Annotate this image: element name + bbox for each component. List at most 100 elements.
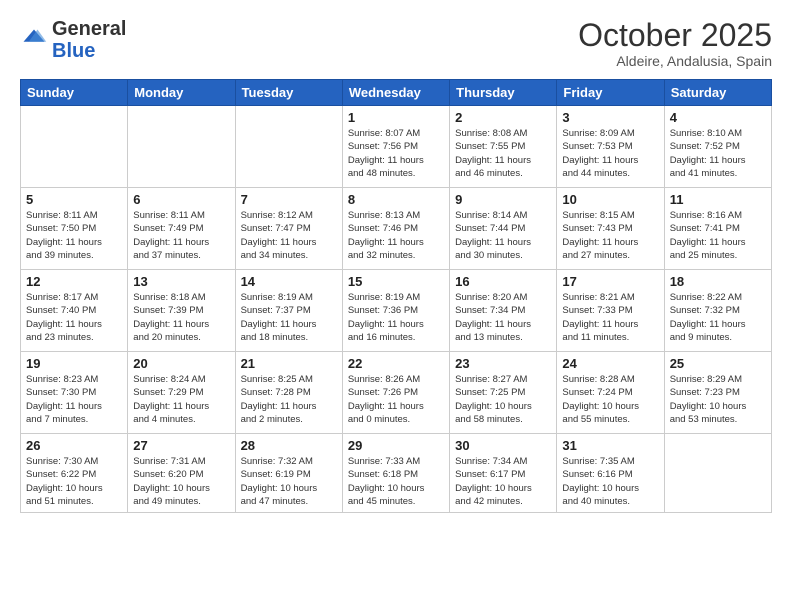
day-info: Sunrise: 8:27 AM Sunset: 7:25 PM Dayligh… bbox=[455, 373, 551, 426]
weekday-header-monday: Monday bbox=[128, 80, 235, 106]
day-info: Sunrise: 8:11 AM Sunset: 7:49 PM Dayligh… bbox=[133, 209, 229, 262]
day-cell: 15 Sunrise: 8:19 AM Sunset: 7:36 PM Dayli… bbox=[342, 270, 449, 352]
day-info: Sunrise: 7:31 AM Sunset: 6:20 PM Dayligh… bbox=[133, 455, 229, 508]
weekday-header-row: SundayMondayTuesdayWednesdayThursdayFrid… bbox=[21, 80, 772, 106]
day-cell: 2 Sunrise: 8:08 AM Sunset: 7:55 PM Daylig… bbox=[450, 106, 557, 188]
day-info: Sunrise: 8:15 AM Sunset: 7:43 PM Dayligh… bbox=[562, 209, 658, 262]
day-cell: 1 Sunrise: 8:07 AM Sunset: 7:56 PM Daylig… bbox=[342, 106, 449, 188]
day-info: Sunrise: 7:33 AM Sunset: 6:18 PM Dayligh… bbox=[348, 455, 444, 508]
day-number: 26 bbox=[26, 438, 122, 453]
day-cell bbox=[664, 434, 771, 513]
day-number: 15 bbox=[348, 274, 444, 289]
day-number: 8 bbox=[348, 192, 444, 207]
day-info: Sunrise: 8:20 AM Sunset: 7:34 PM Dayligh… bbox=[455, 291, 551, 344]
day-cell: 22 Sunrise: 8:26 AM Sunset: 7:26 PM Dayli… bbox=[342, 352, 449, 434]
day-info: Sunrise: 8:19 AM Sunset: 7:36 PM Dayligh… bbox=[348, 291, 444, 344]
day-cell: 12 Sunrise: 8:17 AM Sunset: 7:40 PM Dayli… bbox=[21, 270, 128, 352]
day-info: Sunrise: 8:19 AM Sunset: 7:37 PM Dayligh… bbox=[241, 291, 337, 344]
day-info: Sunrise: 8:07 AM Sunset: 7:56 PM Dayligh… bbox=[348, 127, 444, 180]
day-info: Sunrise: 8:22 AM Sunset: 7:32 PM Dayligh… bbox=[670, 291, 766, 344]
day-number: 27 bbox=[133, 438, 229, 453]
day-number: 3 bbox=[562, 110, 658, 125]
month-title: October 2025 bbox=[578, 18, 772, 53]
day-number: 2 bbox=[455, 110, 551, 125]
day-number: 22 bbox=[348, 356, 444, 371]
week-row-5: 26 Sunrise: 7:30 AM Sunset: 6:22 PM Dayli… bbox=[21, 434, 772, 513]
day-info: Sunrise: 7:30 AM Sunset: 6:22 PM Dayligh… bbox=[26, 455, 122, 508]
day-cell: 26 Sunrise: 7:30 AM Sunset: 6:22 PM Dayli… bbox=[21, 434, 128, 513]
day-cell: 7Sunrise: 8:12 AM Sunset: 7:47 PM Daylig… bbox=[235, 188, 342, 270]
day-number: 6 bbox=[133, 192, 229, 207]
day-info: Sunrise: 8:18 AM Sunset: 7:39 PM Dayligh… bbox=[133, 291, 229, 344]
day-number: 23 bbox=[455, 356, 551, 371]
day-number: 28 bbox=[241, 438, 337, 453]
logo: General Blue bbox=[20, 18, 126, 62]
day-info: Sunrise: 8:16 AM Sunset: 7:41 PM Dayligh… bbox=[670, 209, 766, 262]
day-info: Sunrise: 7:35 AM Sunset: 6:16 PM Dayligh… bbox=[562, 455, 658, 508]
day-cell: 13 Sunrise: 8:18 AM Sunset: 7:39 PM Dayli… bbox=[128, 270, 235, 352]
day-info: Sunrise: 8:23 AM Sunset: 7:30 PM Dayligh… bbox=[26, 373, 122, 426]
week-row-2: 5 Sunrise: 8:11 AM Sunset: 7:50 PM Daylig… bbox=[21, 188, 772, 270]
logo-icon bbox=[20, 26, 48, 54]
day-info: Sunrise: 8:14 AM Sunset: 7:44 PM Dayligh… bbox=[455, 209, 551, 262]
day-cell: 30 Sunrise: 7:34 AM Sunset: 6:17 PM Dayli… bbox=[450, 434, 557, 513]
day-cell: 6 Sunrise: 8:11 AM Sunset: 7:49 PM Daylig… bbox=[128, 188, 235, 270]
day-info: Sunrise: 8:28 AM Sunset: 7:24 PM Dayligh… bbox=[562, 373, 658, 426]
weekday-header-wednesday: Wednesday bbox=[342, 80, 449, 106]
day-info: Sunrise: 8:12 AM Sunset: 7:47 PM Dayligh… bbox=[241, 209, 337, 262]
day-cell: 5 Sunrise: 8:11 AM Sunset: 7:50 PM Daylig… bbox=[21, 188, 128, 270]
day-info: Sunrise: 8:08 AM Sunset: 7:55 PM Dayligh… bbox=[455, 127, 551, 180]
day-number: 21 bbox=[241, 356, 337, 371]
day-info: Sunrise: 8:10 AM Sunset: 7:52 PM Dayligh… bbox=[670, 127, 766, 180]
day-info: Sunrise: 8:17 AM Sunset: 7:40 PM Dayligh… bbox=[26, 291, 122, 344]
day-number: 11 bbox=[670, 192, 766, 207]
day-info: Sunrise: 8:24 AM Sunset: 7:29 PM Dayligh… bbox=[133, 373, 229, 426]
day-info: Sunrise: 8:26 AM Sunset: 7:26 PM Dayligh… bbox=[348, 373, 444, 426]
day-cell: 19 Sunrise: 8:23 AM Sunset: 7:30 PM Dayli… bbox=[21, 352, 128, 434]
day-number: 5 bbox=[26, 192, 122, 207]
day-number: 16 bbox=[455, 274, 551, 289]
day-cell: 25Sunrise: 8:29 AM Sunset: 7:23 PM Dayli… bbox=[664, 352, 771, 434]
day-number: 29 bbox=[348, 438, 444, 453]
calendar-table: SundayMondayTuesdayWednesdayThursdayFrid… bbox=[20, 79, 772, 513]
week-row-4: 19 Sunrise: 8:23 AM Sunset: 7:30 PM Dayli… bbox=[21, 352, 772, 434]
day-number: 14 bbox=[241, 274, 337, 289]
day-cell: 21 Sunrise: 8:25 AM Sunset: 7:28 PM Dayli… bbox=[235, 352, 342, 434]
day-info: Sunrise: 8:25 AM Sunset: 7:28 PM Dayligh… bbox=[241, 373, 337, 426]
day-info: Sunrise: 8:09 AM Sunset: 7:53 PM Dayligh… bbox=[562, 127, 658, 180]
page: General Blue October 2025 Aldeire, Andal… bbox=[0, 0, 792, 612]
day-number: 30 bbox=[455, 438, 551, 453]
day-cell: 31 Sunrise: 7:35 AM Sunset: 6:16 PM Dayli… bbox=[557, 434, 664, 513]
day-cell: 24Sunrise: 8:28 AM Sunset: 7:24 PM Dayli… bbox=[557, 352, 664, 434]
day-info: Sunrise: 8:13 AM Sunset: 7:46 PM Dayligh… bbox=[348, 209, 444, 262]
weekday-header-saturday: Saturday bbox=[664, 80, 771, 106]
week-row-1: 1 Sunrise: 8:07 AM Sunset: 7:56 PM Daylig… bbox=[21, 106, 772, 188]
day-number: 13 bbox=[133, 274, 229, 289]
header: General Blue October 2025 Aldeire, Andal… bbox=[20, 18, 772, 69]
day-number: 31 bbox=[562, 438, 658, 453]
day-info: Sunrise: 7:34 AM Sunset: 6:17 PM Dayligh… bbox=[455, 455, 551, 508]
day-cell: 8 Sunrise: 8:13 AM Sunset: 7:46 PM Daylig… bbox=[342, 188, 449, 270]
day-number: 12 bbox=[26, 274, 122, 289]
day-number: 10 bbox=[562, 192, 658, 207]
day-info: Sunrise: 8:11 AM Sunset: 7:50 PM Dayligh… bbox=[26, 209, 122, 262]
subtitle: Aldeire, Andalusia, Spain bbox=[578, 53, 772, 69]
day-cell: 17Sunrise: 8:21 AM Sunset: 7:33 PM Dayli… bbox=[557, 270, 664, 352]
day-number: 1 bbox=[348, 110, 444, 125]
day-cell: 3 Sunrise: 8:09 AM Sunset: 7:53 PM Daylig… bbox=[557, 106, 664, 188]
day-cell: 11 Sunrise: 8:16 AM Sunset: 7:41 PM Dayli… bbox=[664, 188, 771, 270]
day-cell bbox=[21, 106, 128, 188]
day-cell bbox=[128, 106, 235, 188]
weekday-header-friday: Friday bbox=[557, 80, 664, 106]
logo-blue-text: Blue bbox=[52, 40, 95, 62]
day-cell: 18 Sunrise: 8:22 AM Sunset: 7:32 PM Dayli… bbox=[664, 270, 771, 352]
title-block: October 2025 Aldeire, Andalusia, Spain bbox=[578, 18, 772, 69]
day-cell: 27 Sunrise: 7:31 AM Sunset: 6:20 PM Dayli… bbox=[128, 434, 235, 513]
day-number: 19 bbox=[26, 356, 122, 371]
weekday-header-tuesday: Tuesday bbox=[235, 80, 342, 106]
week-row-3: 12 Sunrise: 8:17 AM Sunset: 7:40 PM Dayli… bbox=[21, 270, 772, 352]
day-number: 18 bbox=[670, 274, 766, 289]
day-number: 9 bbox=[455, 192, 551, 207]
day-number: 17 bbox=[562, 274, 658, 289]
day-cell: 9 Sunrise: 8:14 AM Sunset: 7:44 PM Daylig… bbox=[450, 188, 557, 270]
